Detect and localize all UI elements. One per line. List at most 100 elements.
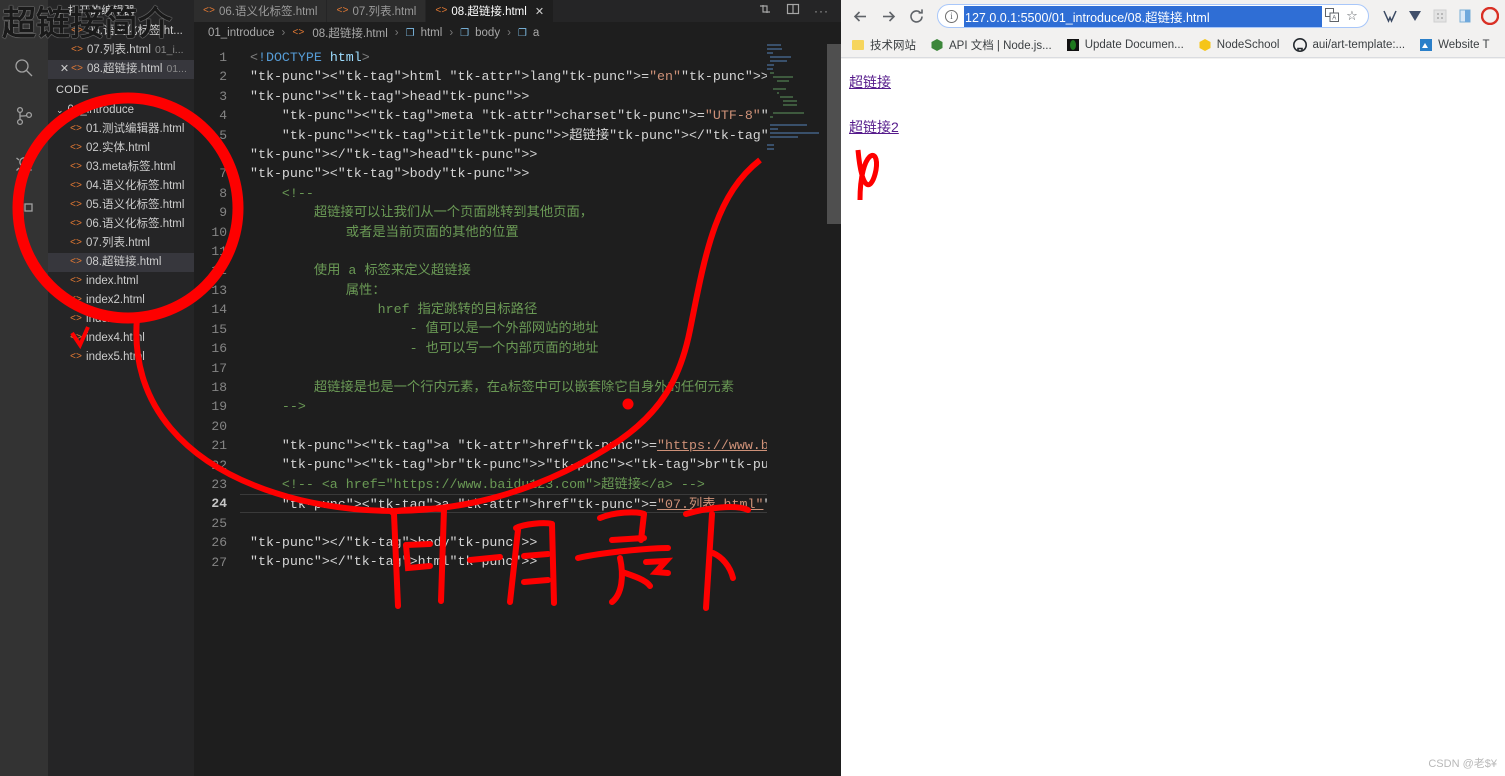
code-line[interactable]: 使用 a 标签来定义超链接 [240, 261, 841, 280]
tree-file-item[interactable]: <> 08.超链接.html [48, 253, 194, 272]
vue-devtools-icon[interactable] [1381, 7, 1399, 25]
editor-tab-active[interactable]: <> 08.超链接.html ✕ [426, 0, 555, 22]
code-line[interactable]: "tk-punc"><"tk-tag">meta "tk-attr">chars… [240, 106, 841, 125]
code-editor[interactable]: 1 2 3 4 5 6 7 8 9 10 11 12 13 14 15 16 17 18 19 20 21 22 23 24 2… [194, 44, 841, 776]
breadcrumb-item-html[interactable]: html [421, 27, 443, 39]
editor-tabbar: <> 06.语义化标签.html <> 07.列表.html <> 08.超链接… [194, 0, 841, 22]
code-line[interactable]: "tk-punc"><"tk-tag">title"tk-punc">>超链接"… [240, 126, 841, 145]
code-line[interactable] [240, 416, 841, 435]
line-number: 13 [211, 282, 227, 298]
open-editor-item-active[interactable]: ✕ <> 08.超链接.html 01... [48, 60, 194, 79]
close-icon[interactable]: ✕ [58, 60, 71, 79]
code-line[interactable]: "tk-punc"></"tk-tag">body"tk-punc">> [240, 533, 841, 552]
explorer-root-title[interactable]: CODE [48, 79, 194, 101]
editor-tab[interactable]: <> 06.语义化标签.html [194, 0, 328, 22]
breadcrumb-item-file[interactable]: 08.超链接.html [312, 25, 387, 41]
tree-file-item[interactable]: <> 07.列表.html [48, 234, 194, 253]
code-line[interactable]: "tk-punc"><"tk-tag">a "tk-attr">href"tk-… [240, 436, 841, 455]
reload-button[interactable] [903, 3, 929, 29]
editor-scrollbar[interactable] [827, 44, 841, 776]
tree-file-item[interactable]: <> 03.meta标签.html [48, 158, 194, 177]
adblock-icon[interactable] [1406, 7, 1424, 25]
code-line[interactable] [240, 242, 841, 261]
line-number: 25 [211, 515, 227, 531]
tree-file-item[interactable]: <> index.html [48, 272, 194, 291]
forward-button[interactable] [875, 3, 901, 29]
minimap-line [770, 124, 808, 126]
code-line[interactable]: --> [240, 397, 841, 416]
extensions-icon[interactable] [0, 188, 48, 236]
code-line[interactable]: "tk-punc"><"tk-tag">head"tk-punc">> [240, 87, 841, 106]
code-line[interactable]: <!-- [240, 184, 841, 203]
breadcrumb-item-a[interactable]: a [533, 27, 539, 39]
code-line[interactable]: 属性： [240, 281, 841, 300]
source-control-icon[interactable] [0, 92, 48, 140]
code-line[interactable]: "tk-punc"></"tk-tag">head"tk-punc">> [240, 145, 841, 164]
code-line[interactable]: 超链接是也是一个行内元素，在a标签中可以嵌套除它自身外的任何元素 [240, 378, 841, 397]
minimap[interactable] [767, 44, 827, 776]
tree-file-item[interactable]: <> 01.测试编辑器.html [48, 120, 194, 139]
html-file-icon: <> [336, 5, 349, 17]
line-number: 27 [211, 554, 227, 570]
code-line[interactable]: "tk-punc"><"tk-tag">body"tk-punc">> [240, 164, 841, 183]
star-icon[interactable]: ☆ [1342, 8, 1362, 24]
minimap-line [770, 56, 792, 58]
tree-file-item[interactable]: <> 02.实体.html [48, 139, 194, 158]
more-actions-icon[interactable]: ··· [814, 4, 829, 18]
chevron-right-icon: › [449, 27, 454, 39]
scrollbar-thumb[interactable] [827, 44, 841, 224]
breadcrumb-item-folder[interactable]: 01_introduce [208, 27, 275, 39]
open-changes-icon[interactable] [786, 2, 800, 21]
bookmark-item[interactable]: Website T [1419, 38, 1489, 52]
code-line[interactable] [240, 358, 841, 377]
page-link-2[interactable]: 超链接2 [849, 117, 899, 137]
tree-file-item[interactable]: <> 06.语义化标签.html [48, 215, 194, 234]
code-line[interactable]: <!-- <a href="https://www.baidu123.com">… [240, 475, 841, 494]
code-line[interactable]: "tk-punc"><"tk-tag">br"tk-punc">>"tk-pun… [240, 455, 841, 474]
code-line[interactable]: "tk-punc"><"tk-tag">html "tk-attr">lang"… [240, 67, 841, 86]
html-file-icon: <> [70, 181, 83, 192]
search-icon[interactable] [0, 44, 48, 92]
bookmark-item[interactable]: 技术网站 [851, 37, 916, 53]
code-line[interactable] [240, 513, 841, 532]
profile-icon[interactable] [1481, 7, 1499, 25]
code-content[interactable]: <!DOCTYPE html> "tk-punc"><"tk-tag">html … [240, 44, 841, 776]
code-line[interactable]: 超链接可以让我们从一个页面跳转到其他页面， [240, 203, 841, 222]
split-editor-icon[interactable] [758, 2, 772, 21]
tree-folder-01-introduce[interactable]: ⌄ 01_introduce [48, 101, 194, 120]
code-line[interactable]: "tk-punc"></"tk-tag">html"tk-punc">> [240, 552, 841, 571]
tree-file-item[interactable]: <> index5.html [48, 348, 194, 367]
back-button[interactable] [847, 3, 873, 29]
tree-file-item[interactable]: <> index2.html [48, 291, 194, 310]
code-line[interactable]: <!DOCTYPE html> [240, 48, 841, 67]
address-bar[interactable]: i 127.0.0.1:5500/01_introduce/08.超链接.htm… [937, 4, 1369, 28]
grid-icon[interactable] [1431, 7, 1449, 25]
translate-icon[interactable]: A [1322, 7, 1342, 25]
html-file-icon: <> [70, 238, 83, 249]
bookmark-item[interactable]: NodeSchool [1198, 38, 1279, 52]
tree-file-item[interactable]: <> index3.html [48, 310, 194, 329]
tree-file-item[interactable]: <> 04.语义化标签.html [48, 177, 194, 196]
bookmark-label: 技术网站 [870, 39, 916, 52]
bookmark-item[interactable]: API 文档 | Node.js... [930, 37, 1052, 53]
tree-file-item[interactable]: <> index4.html [48, 329, 194, 348]
close-icon[interactable]: ✕ [535, 5, 544, 18]
breadcrumb-item-body[interactable]: body [475, 27, 500, 39]
url-input[interactable]: 127.0.0.1:5500/01_introduce/08.超链接.html [964, 5, 1322, 27]
editor-tab[interactable]: <> 07.列表.html [327, 0, 427, 22]
site-info-icon[interactable]: i [945, 9, 958, 23]
bookmark-item[interactable]: aui/art-template:... [1293, 37, 1405, 52]
overlay-title: 超链接简介 [2, 4, 172, 44]
reader-icon[interactable] [1456, 7, 1474, 25]
code-line[interactable]: "tk-punc"><"tk-tag">a "tk-attr">href"tk-… [240, 493, 841, 514]
run-debug-icon[interactable] [0, 140, 48, 188]
code-line[interactable]: - 也可以写一个内部页面的地址 [240, 339, 841, 358]
line-number: 14 [211, 302, 227, 318]
code-line[interactable]: - 值可以是一个外部网站的地址 [240, 319, 841, 338]
tree-file-item[interactable]: <> 05.语义化标签.html [48, 196, 194, 215]
page-link-1[interactable]: 超链接 [849, 72, 891, 92]
code-line[interactable]: href 指定跳转的目标路径 [240, 300, 841, 319]
code-line[interactable]: 或者是当前页面的其他的位置 [240, 223, 841, 242]
bookmark-item[interactable]: Update Documen... [1066, 38, 1184, 52]
bookmark-favicon-github [1293, 37, 1308, 52]
